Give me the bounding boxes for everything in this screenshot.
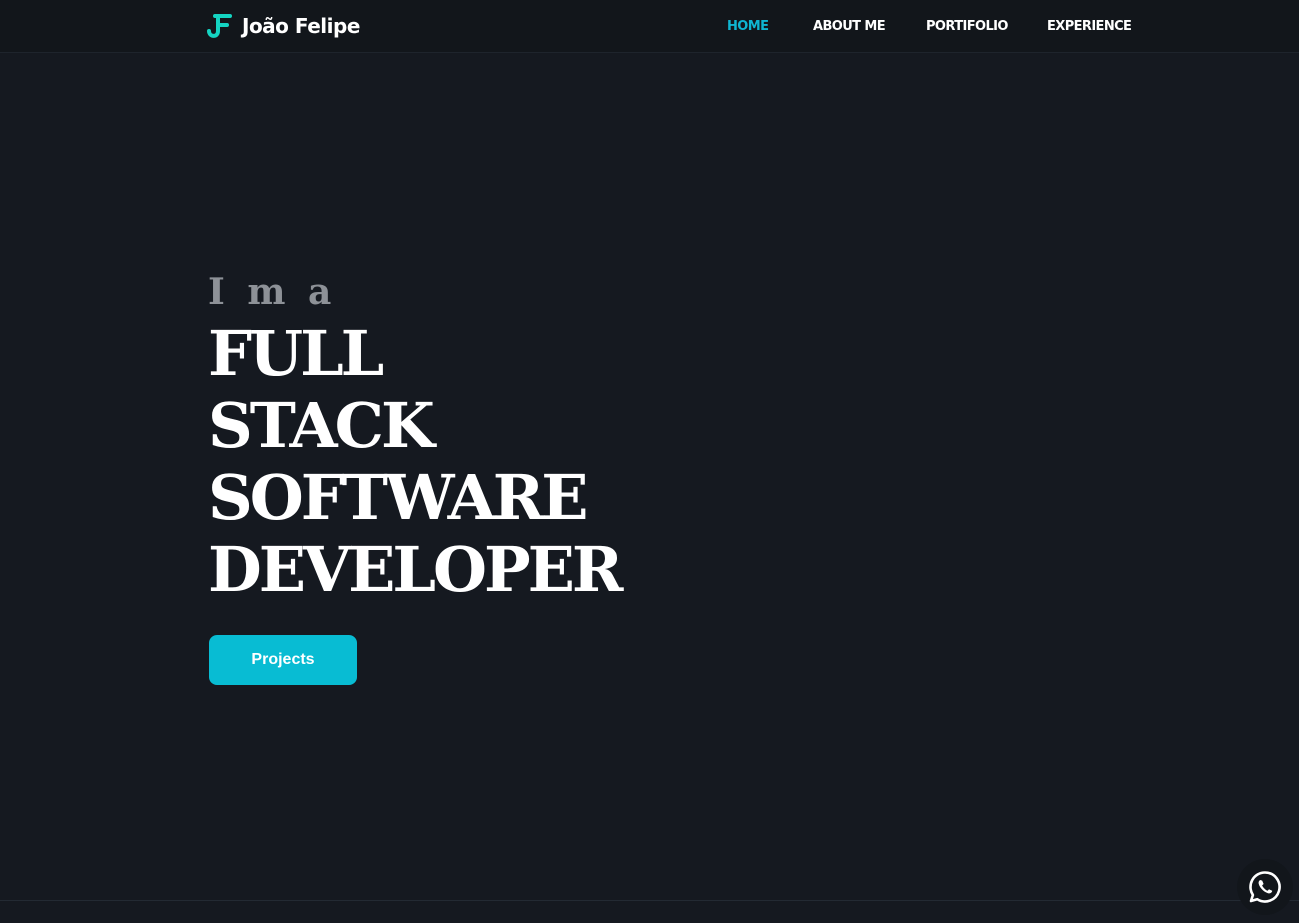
brand-name: João Felipe xyxy=(242,14,360,38)
brand-link[interactable]: João Felipe xyxy=(206,11,360,41)
hero-title: FULL STACK SOFTWARE DEVELOPER xyxy=(208,317,623,606)
hero-title-line: FULL xyxy=(208,317,384,390)
nav-portfolio-link[interactable]: PORTIFOLIO xyxy=(926,19,1008,34)
hero-section: I m a FULL STACK SOFTWARE DEVELOPER xyxy=(208,271,623,606)
top-navbar: João Felipe HOME ABOUT ME PORTIFOLIO EXP… xyxy=(0,0,1299,53)
nav-home-link[interactable]: HOME xyxy=(727,19,769,34)
hero-intro-text: I m a xyxy=(208,271,337,313)
whatsapp-button[interactable] xyxy=(1237,859,1293,915)
jf-monogram-icon xyxy=(207,14,232,38)
section-divider xyxy=(0,900,1299,901)
nav-about-link[interactable]: ABOUT ME xyxy=(813,19,886,34)
hero-title-line: SOFTWARE xyxy=(208,461,589,534)
hero-title-line: DEVELOPER xyxy=(208,533,623,606)
projects-button[interactable]: Projects xyxy=(209,635,357,685)
hero-title-line: STACK xyxy=(208,389,435,462)
nav-experience-link[interactable]: EXPERIENCE xyxy=(1047,19,1132,34)
whatsapp-icon xyxy=(1249,871,1281,903)
